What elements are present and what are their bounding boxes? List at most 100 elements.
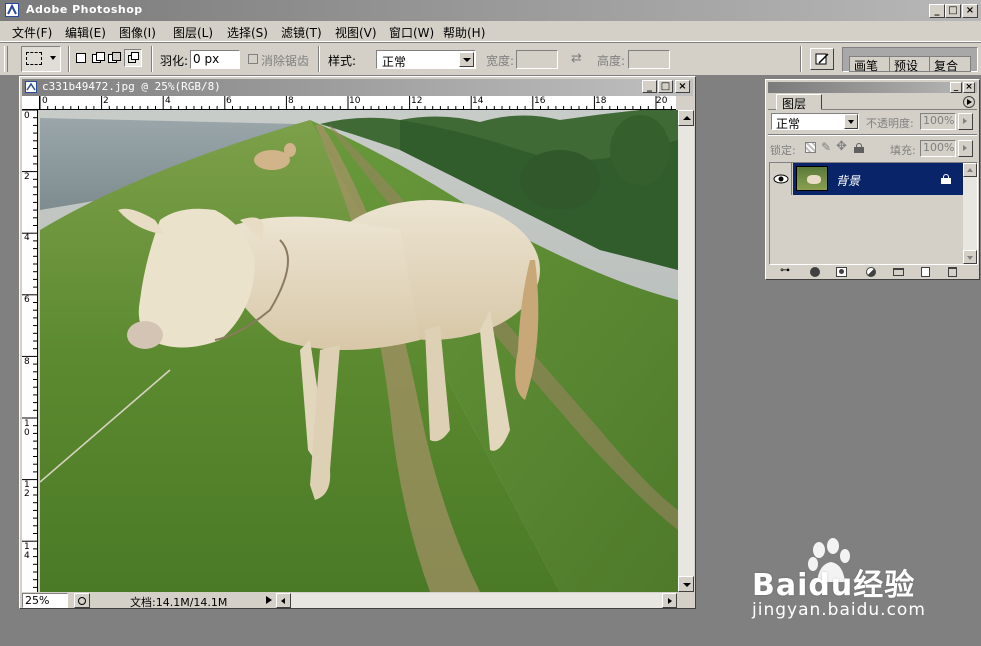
separator — [68, 46, 70, 72]
layer-row-background[interactable]: 背景 — [770, 163, 963, 195]
new-group-icon[interactable] — [893, 268, 904, 276]
blend-mode-dropdown-button[interactable] — [844, 114, 858, 129]
layers-scroll-down-button[interactable] — [963, 250, 977, 264]
adjustment-layer-icon[interactable] — [866, 267, 876, 277]
chevron-down-icon — [50, 56, 56, 60]
doc-minimize-button[interactable]: _ — [642, 80, 657, 93]
new-layer-icon[interactable] — [921, 267, 930, 277]
add-mask-icon[interactable] — [836, 267, 847, 277]
intersect-selection-icon[interactable] — [124, 49, 142, 67]
layer-selected-row[interactable]: 背景 — [793, 163, 963, 195]
new-selection-icon[interactable] — [76, 53, 86, 63]
scroll-up-button[interactable] — [678, 110, 694, 126]
chevron-down-icon — [848, 120, 854, 124]
panel-close-button[interactable]: × — [963, 82, 975, 93]
ruler-label: 12 — [24, 480, 30, 499]
layer-style-icon[interactable] — [810, 267, 820, 277]
antialias-checkbox[interactable] — [248, 54, 258, 64]
menu-view[interactable]: 视图(V) — [335, 24, 377, 41]
play-arrow-icon — [967, 99, 972, 105]
doc-maximize-button[interactable]: □ — [658, 80, 673, 93]
chevron-up-icon — [683, 116, 691, 120]
blend-mode-value: 正常 — [776, 117, 801, 131]
menu-filter[interactable]: 滤镜(T) — [281, 24, 322, 41]
menu-layer[interactable]: 图层(L) — [173, 24, 213, 41]
width-label: 宽度: — [486, 54, 515, 68]
feather-input[interactable]: 0 px — [190, 50, 240, 69]
subtract-selection-icon[interactable] — [108, 52, 122, 64]
layers-panel-titlebar[interactable]: _ × — [768, 82, 977, 93]
palette-well: 画笔 预设 复合 — [842, 47, 978, 73]
close-button[interactable]: × — [962, 4, 978, 18]
opacity-slider-button — [958, 113, 973, 130]
toolbar-grip[interactable] — [4, 46, 8, 72]
menu-image[interactable]: 图像(I) — [119, 24, 156, 41]
tool-preset-picker[interactable] — [21, 46, 61, 72]
layer-visibility-toggle[interactable] — [770, 163, 792, 195]
ruler-label: 2 — [103, 96, 109, 106]
layers-tab[interactable]: 图层 — [776, 94, 822, 111]
vertical-scrollbar[interactable] — [678, 110, 694, 592]
status-menu-button[interactable] — [74, 593, 90, 608]
document-status-bar: 25% 文档:14.1M/14.1M — [22, 592, 693, 609]
layer-lock-icon — [941, 174, 951, 184]
lock-move-icon: ✥ — [836, 139, 847, 154]
height-input — [628, 50, 670, 69]
baidu-watermark: Baidu经验 jingyan.baidu.com — [752, 538, 981, 628]
ruler-label: 0 — [42, 96, 48, 106]
ruler-origin[interactable] — [22, 96, 40, 110]
style-select[interactable]: 正常 — [376, 50, 476, 69]
ruler-label: 6 — [226, 96, 232, 106]
menu-file[interactable]: 文件(F) — [12, 24, 52, 41]
vertical-ruler[interactable]: 0 2 4 6 8 10 12 14 — [22, 110, 38, 592]
minimize-button[interactable]: _ — [929, 4, 945, 18]
panel-minimize-button[interactable]: _ — [950, 82, 962, 93]
eye-icon — [773, 174, 789, 184]
palette-tab-presets[interactable]: 预设 — [889, 56, 931, 73]
trash-icon[interactable] — [948, 267, 957, 277]
options-bar: 羽化: 0 px 消除锯齿 样式: 正常 宽度: ⇄ 高度: 画笔 预设 复合 — [0, 42, 981, 75]
lock-paint-icon: ✎ — [821, 140, 832, 154]
document-title-bar[interactable]: c331b49472.jpg @ 25%(RGB/8) _ □ × — [22, 79, 693, 96]
doc-close-button[interactable]: × — [675, 80, 690, 93]
link-layers-icon[interactable]: ⊶ — [780, 265, 790, 276]
ruler-label: 16 — [534, 96, 546, 106]
layers-tab-strip: 图层 — [768, 94, 977, 111]
photo-cow-on-dike — [40, 110, 678, 592]
menu-help[interactable]: 帮助(H) — [443, 24, 485, 41]
menu-window[interactable]: 窗口(W) — [389, 24, 434, 41]
scroll-down-button[interactable] — [678, 576, 694, 592]
palette-tab-brushes[interactable]: 画笔 — [849, 56, 891, 73]
zoom-field[interactable]: 25% — [22, 593, 68, 608]
photoshop-logo-icon — [5, 3, 19, 17]
ruler-label: 12 — [411, 96, 423, 106]
maximize-button[interactable]: □ — [945, 4, 961, 18]
menu-edit[interactable]: 编辑(E) — [65, 24, 106, 41]
style-dropdown-button[interactable] — [459, 52, 474, 67]
ruler-label: 6 — [24, 295, 30, 305]
height-label: 高度: — [597, 54, 626, 68]
add-selection-icon[interactable] — [92, 52, 106, 64]
blend-mode-select[interactable]: 正常 — [771, 113, 859, 131]
document-window: c331b49472.jpg @ 25%(RGB/8) _ □ × 0 2 4 … — [19, 76, 696, 609]
status-arrow-icon[interactable] — [266, 596, 272, 604]
layer-thumbnail — [796, 166, 828, 191]
scroll-right-button[interactable] — [662, 593, 677, 608]
layers-scroll-up-button[interactable] — [963, 163, 977, 177]
layer-name[interactable]: 背景 — [836, 172, 860, 189]
watermark-brand: Baidu经验 — [752, 568, 916, 603]
file-browser-button[interactable] — [810, 48, 834, 70]
panel-menu-button[interactable] — [963, 96, 975, 108]
style-select-value: 正常 — [382, 55, 407, 69]
layers-scrollbar[interactable] — [963, 163, 977, 264]
menu-select[interactable]: 选择(S) — [227, 24, 268, 41]
chevron-down-icon — [463, 58, 471, 62]
chevron-left-icon — [281, 598, 285, 604]
chevron-up-icon — [967, 168, 973, 172]
horizontal-ruler[interactable]: 0 2 4 6 8 10 12 14 16 18 20 — [40, 96, 676, 110]
horizontal-scrollbar[interactable] — [276, 593, 677, 608]
image-canvas[interactable] — [40, 110, 678, 592]
palette-tab-comps[interactable]: 复合 — [929, 56, 971, 73]
app-title-bar: Adobe Photoshop _ □ × — [0, 0, 981, 21]
scroll-left-button[interactable] — [276, 593, 291, 608]
